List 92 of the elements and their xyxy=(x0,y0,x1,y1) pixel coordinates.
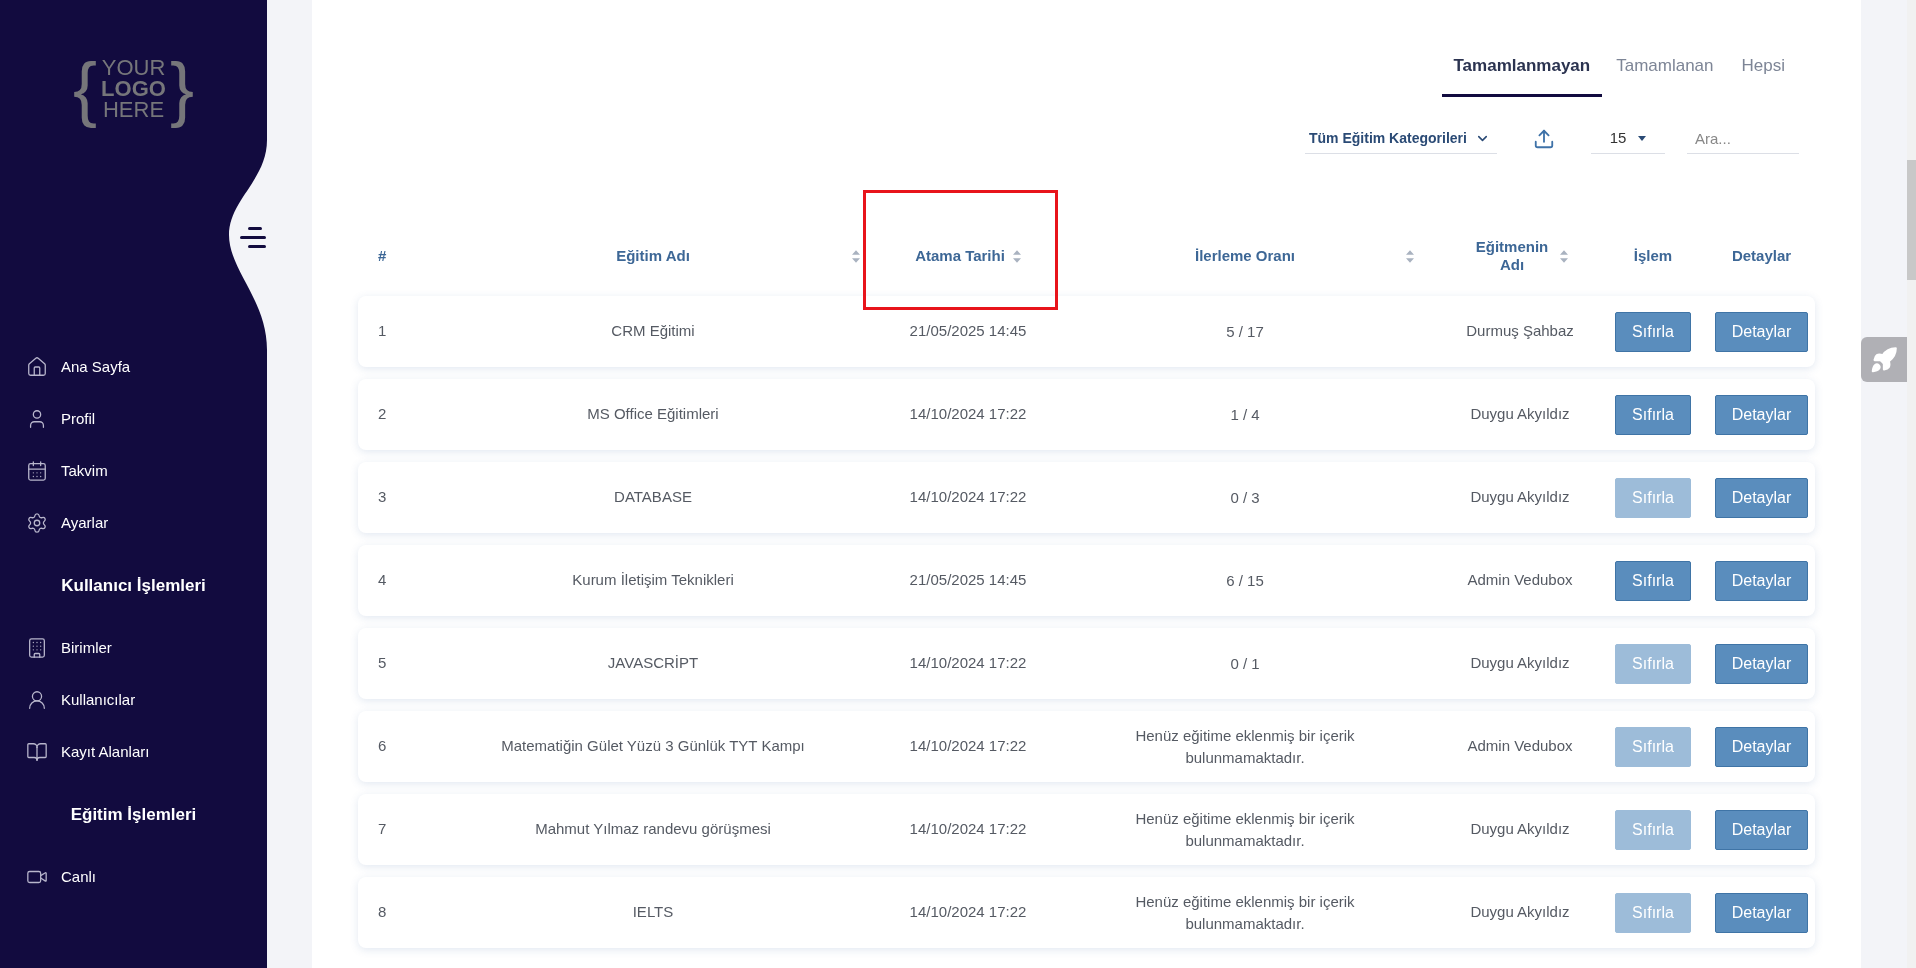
section-title: Kullanıcı İşlemleri xyxy=(61,574,206,597)
column-header[interactable]: Eğitmenin Adı xyxy=(1442,216,1598,296)
table-cell-text: JAVASCRİPT xyxy=(606,653,700,674)
table-cell-text: Henüz eğitime eklenmiş bir içerik bulunmamaktadır. xyxy=(1134,808,1356,851)
table-cell-text: 14/10/2024 17:22 xyxy=(908,404,1028,425)
table-cell-text: IELTS xyxy=(631,902,675,923)
table-cell-text: 2 xyxy=(377,404,388,425)
column-header[interactable]: Eğitim Adı xyxy=(418,216,860,296)
tab[interactable]: Tamamlanan xyxy=(1602,38,1728,97)
book-icon xyxy=(26,741,48,763)
table-cell-text: 14/10/2024 17:22 xyxy=(908,653,1028,674)
table-cell-text: 0 / 3 xyxy=(1229,487,1261,508)
table-cell-text: Mahmut Yılmaz randevu görüşmesi xyxy=(534,819,772,840)
column-header: İşlem xyxy=(1632,245,1674,266)
table-cell-text: 6 xyxy=(377,736,388,757)
details-button[interactable]: Detaylar xyxy=(1714,560,1809,601)
page-size-select[interactable]: 15 xyxy=(1591,124,1665,154)
table-cell-text: 7 xyxy=(377,819,388,840)
rocket-button[interactable] xyxy=(1861,337,1907,382)
table-cell-text: 5 xyxy=(377,653,388,674)
sidebar-item[interactable]: Kullanıcılar xyxy=(0,674,267,726)
table-cell-text: 1 xyxy=(377,321,388,342)
table-cell-text: 6 / 15 xyxy=(1225,570,1265,591)
table-cell-text: Henüz eğitime eklenmiş bir içerik bulunmamaktadır. xyxy=(1134,725,1356,768)
table-cell-text: Durmuş Şahbaz xyxy=(1465,321,1575,342)
table-cell-text: 0 / 1 xyxy=(1229,653,1261,674)
table-cell-text: Admin Vedubox xyxy=(1466,736,1574,757)
table-cell-text: 4 xyxy=(377,570,388,591)
table-cell-text: Duygu Akyıldız xyxy=(1469,487,1571,508)
details-button[interactable]: Detaylar xyxy=(1714,477,1809,518)
table-cell-text: 14/10/2024 17:22 xyxy=(908,736,1028,757)
sidebar-item[interactable]: Ayarlar xyxy=(0,497,267,549)
sidebar-item[interactable]: Birimler xyxy=(0,622,267,674)
sidebar-item[interactable]: Kayıt Alanları xyxy=(0,726,267,778)
table-cell-text: Duygu Akyıldız xyxy=(1469,404,1571,425)
table-cell-text: Duygu Akyıldız xyxy=(1469,902,1571,923)
details-button[interactable]: Detaylar xyxy=(1714,643,1809,684)
table-cell-text: 1 / 4 xyxy=(1229,404,1261,425)
details-button[interactable]: Detaylar xyxy=(1714,311,1809,352)
sidebar-item[interactable]: Canlı xyxy=(0,851,267,903)
logo-text: HERE xyxy=(102,98,165,120)
settings-icon xyxy=(26,512,48,534)
section-title: Eğitim İşlemleri xyxy=(70,803,197,826)
tab[interactable]: Hepsi xyxy=(1727,38,1799,97)
table-cell-text: 21/05/2025 14:45 xyxy=(908,570,1028,591)
details-button[interactable]: Detaylar xyxy=(1714,809,1809,850)
table-cell-text: Duygu Akyıldız xyxy=(1469,653,1571,674)
table-cell-text: 14/10/2024 17:22 xyxy=(908,902,1028,923)
table-cell-text: 21/05/2025 14:45 xyxy=(908,321,1028,342)
home-icon xyxy=(26,356,48,378)
column-header: Detaylar xyxy=(1730,245,1793,266)
reset-button[interactable]: Sıfırla xyxy=(1615,311,1691,352)
table-cell-text: Henüz eğitime eklenmiş bir içerik bulunmamaktadır. xyxy=(1134,891,1356,934)
details-button[interactable]: Detaylar xyxy=(1714,726,1809,767)
table-cell-text: 14/10/2024 17:22 xyxy=(908,487,1028,508)
table-cell-text: MS Office Eğitimleri xyxy=(586,404,720,425)
tab[interactable]: Tamamlanmayan xyxy=(1441,38,1603,97)
menu-icon[interactable] xyxy=(240,226,266,250)
table-cell-text: 8 xyxy=(377,902,388,923)
table-cell-text: Kurum İletişim Teknikleri xyxy=(571,570,735,591)
sort-icon[interactable] xyxy=(1560,249,1568,263)
user-icon xyxy=(26,689,48,711)
reset-button[interactable]: Sıfırla xyxy=(1615,394,1691,435)
column-header: # xyxy=(377,245,388,266)
table-cell-text: DATABASE xyxy=(613,487,693,508)
table-cell-text: CRM Eğitimi xyxy=(610,321,696,342)
calendar-icon xyxy=(26,460,48,482)
table-cell-text: Duygu Akyıldız xyxy=(1469,819,1571,840)
table-cell-text: 5 / 17 xyxy=(1225,321,1265,342)
rocket-icon xyxy=(1870,345,1898,374)
table-cell-text: 14/10/2024 17:22 xyxy=(908,819,1028,840)
logo-text: LOGO xyxy=(101,77,166,99)
scrollbar-thumb[interactable] xyxy=(1907,160,1916,280)
table-cell-text: Matematiğin Gület Yüzü 3 Günlük TYT Kampı xyxy=(500,736,806,757)
building-icon xyxy=(26,637,48,659)
details-button[interactable]: Detaylar xyxy=(1714,394,1809,435)
search-field[interactable]: Ara... xyxy=(1687,124,1799,154)
sidebar-item[interactable]: Ana Sayfa xyxy=(0,341,267,393)
column-header[interactable]: Atama Tarihi xyxy=(863,190,1058,310)
sort-icon[interactable] xyxy=(852,249,860,263)
logo-text: YOUR xyxy=(101,56,166,78)
reset-button[interactable]: Sıfırla xyxy=(1615,560,1691,601)
table-cell-text: 3 xyxy=(377,487,388,508)
upload-icon[interactable] xyxy=(1533,128,1555,150)
sort-icon[interactable] xyxy=(1406,249,1414,263)
sort-icon[interactable] xyxy=(1012,249,1021,263)
sidebar-item[interactable]: Profil xyxy=(0,393,267,445)
caret-icon xyxy=(1638,136,1647,141)
sidebar-item[interactable]: Takvim xyxy=(0,445,267,497)
details-button[interactable]: Detaylar xyxy=(1714,892,1809,933)
table-cell-text: Admin Vedubox xyxy=(1466,570,1574,591)
category-dropdown[interactable]: Tüm Eğitim Kategorileri xyxy=(1305,124,1497,154)
